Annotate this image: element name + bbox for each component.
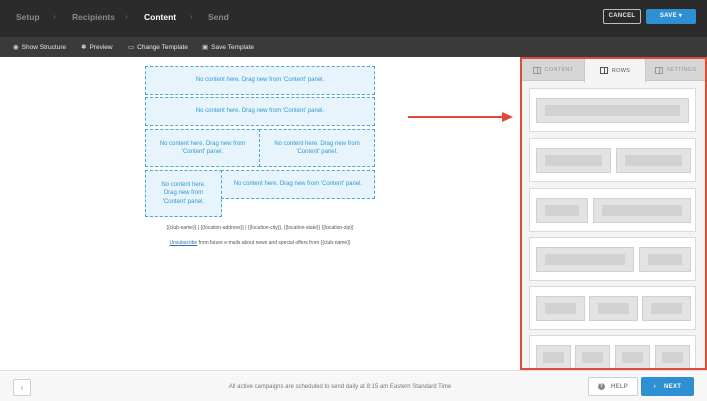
unsubscribe-link[interactable]: Unsubscribe [169, 240, 197, 246]
next-label: NEXT [664, 383, 682, 390]
row-layout-2-col[interactable] [529, 138, 696, 182]
eye-icon: ◉ [13, 44, 19, 51]
tab-content[interactable]: CONTENT [522, 59, 584, 81]
row-column [616, 148, 691, 173]
chevron-right-icon: › [653, 383, 657, 390]
help-button[interactable]: ? HELP [588, 377, 638, 396]
step-recipients[interactable]: Recipients [72, 12, 115, 22]
step-content[interactable]: Content [144, 12, 176, 22]
schedule-notice: All active campaigns are scheduled to se… [228, 384, 452, 390]
editor-toolbar: ◉ Show Structure ✱ Preview ▭ Change Templat… [0, 37, 707, 57]
row-column [655, 345, 690, 368]
row-column [536, 345, 571, 368]
top-bar: Setup › Recipients › Content › Send CANC… [0, 0, 707, 37]
row-layout-2-1-col[interactable] [529, 237, 696, 281]
content-placeholder[interactable]: No content here. Drag new from 'Content'… [145, 170, 222, 217]
row-layout-4-col[interactable] [529, 335, 696, 368]
chevron-left-icon: ‹ [20, 383, 24, 392]
floppy-disk-icon: ▣ [202, 44, 209, 51]
annotation-arrow-icon [502, 112, 513, 122]
save-button-label: SAVE [659, 13, 677, 19]
tab-settings-label: SETTINGS [666, 67, 697, 73]
email-canvas: No content here. Drag new from 'Content'… [0, 57, 520, 369]
row-column [536, 148, 611, 173]
row-layout-1-2-col[interactable] [529, 188, 696, 232]
panel-tabs: CONTENT ROWS SETTINGS [522, 59, 705, 82]
chevron-right-icon: › [125, 12, 128, 21]
row-column [536, 296, 585, 321]
step-setup[interactable]: Setup [16, 12, 40, 22]
settings-icon [654, 66, 663, 74]
cancel-button[interactable]: CANCEL [603, 9, 641, 24]
preview-button[interactable]: ✱ Preview [81, 43, 113, 51]
row-column [639, 247, 691, 272]
gear-icon: ✱ [81, 44, 87, 51]
question-icon: ? [597, 383, 605, 390]
rows-grid-icon [599, 67, 608, 74]
show-structure-button[interactable]: ◉ Show Structure [13, 43, 66, 51]
content-placeholder[interactable]: No content here. Drag new from 'Content'… [221, 170, 375, 199]
row-column [536, 247, 634, 272]
content-grid-icon [532, 66, 541, 74]
content-placeholder[interactable]: No content here. Drag new from 'Content'… [145, 66, 375, 95]
change-template-button[interactable]: ▭ Change Template [128, 43, 188, 51]
chevron-right-icon: › [190, 12, 193, 21]
bottom-bar: ‹ All active campaigns are scheduled to … [0, 370, 707, 401]
row-column [589, 296, 638, 321]
row-column [536, 198, 588, 223]
row-column [575, 345, 610, 368]
show-structure-label: Show Structure [21, 44, 67, 51]
tab-settings[interactable]: SETTINGS [646, 59, 705, 81]
step-send[interactable]: Send [208, 12, 229, 22]
row-layout-3-col[interactable] [529, 286, 696, 330]
footer-unsubscribe-text: Unsubscribe from future e-mails about ne… [145, 240, 375, 246]
back-button[interactable]: ‹ [13, 379, 31, 396]
help-label: HELP [610, 383, 629, 390]
tab-rows[interactable]: ROWS [584, 59, 646, 82]
content-placeholder[interactable]: No content here. Drag new from 'Content'… [145, 97, 375, 126]
tab-rows-label: ROWS [611, 67, 631, 74]
footer-address: {{club-name}} | {{location-address}} | {… [166, 225, 354, 231]
row-column [642, 296, 691, 321]
next-button[interactable]: › NEXT [641, 377, 694, 396]
chevron-right-icon: › [53, 12, 56, 21]
template-icon: ▭ [128, 44, 135, 51]
row-column [536, 98, 689, 123]
row-column [593, 198, 691, 223]
unsubscribe-rest: from future e-mails about news and speci… [197, 240, 351, 246]
save-template-button[interactable]: ▣ Save Template [202, 43, 254, 51]
content-placeholder[interactable]: No content here. Drag new from 'Content'… [259, 129, 375, 167]
tab-content-label: CONTENT [544, 67, 574, 73]
content-placeholder[interactable]: No content here. Drag new from 'Content'… [145, 129, 260, 167]
change-template-label: Change Template [137, 44, 188, 51]
save-template-label: Save Template [211, 44, 255, 51]
caret-down-icon: ▾ [678, 13, 683, 19]
annotation-arrow-line [408, 116, 504, 118]
side-panel: CONTENT ROWS SETTINGS [520, 57, 707, 370]
row-layout-1-col[interactable] [529, 88, 696, 132]
row-column [615, 345, 650, 368]
preview-label: Preview [89, 44, 113, 51]
save-button[interactable]: SAVE ▾ [646, 9, 696, 24]
